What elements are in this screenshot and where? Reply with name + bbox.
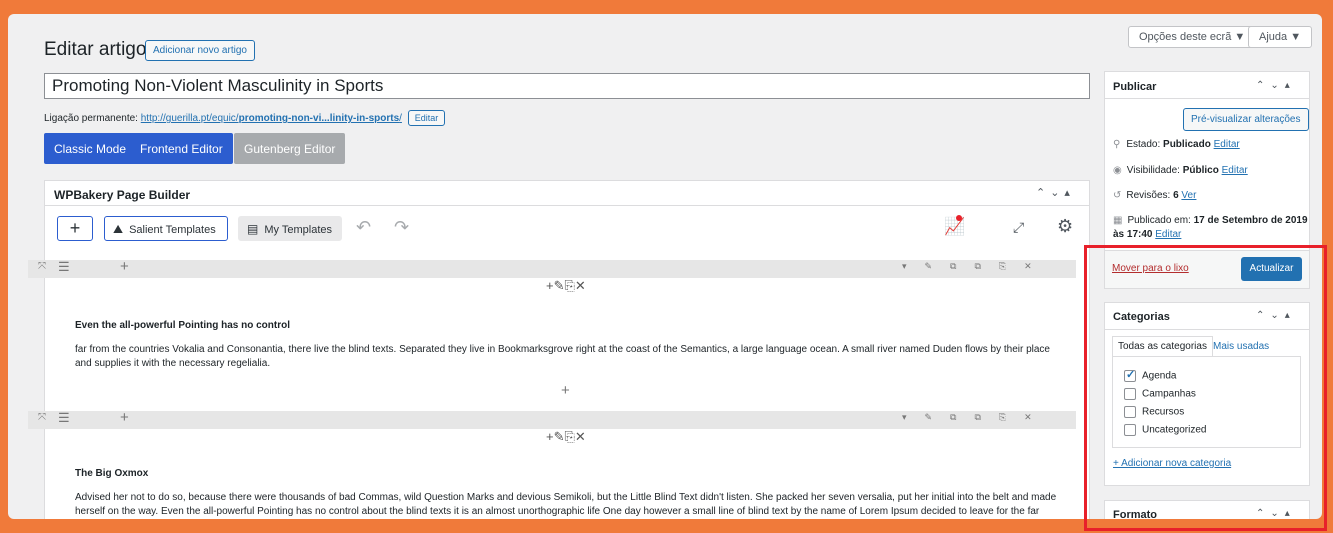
add-element-button[interactable]: +: [57, 216, 93, 241]
panel-toggle-arrows[interactable]: ⌃⌄▴: [1036, 186, 1075, 199]
settings-gear-icon[interactable]: ⚙: [1057, 216, 1073, 237]
text-block-body: Advised her not to do so, because there …: [75, 492, 1057, 517]
revisions-row: ↺ Revisões: 6 Ver: [1113, 190, 1197, 201]
gutenberg-editor-button[interactable]: Gutenberg Editor: [234, 133, 346, 164]
notification-dot: [956, 215, 962, 221]
column-controls[interactable]: +✎⎘✕: [546, 429, 586, 445]
status-row: ⚲ Estado: Publicado Editar: [1113, 139, 1240, 150]
row-add-icon[interactable]: +: [120, 258, 129, 275]
calendar-icon: ▦: [1113, 215, 1123, 226]
row-layout-icon[interactable]: ☰: [58, 259, 70, 275]
row-drag-icon[interactable]: ⤧: [38, 412, 46, 423]
row-actions[interactable]: ▾✎⧉⧉⎘✕: [902, 412, 1050, 423]
seo-chart-icon[interactable]: 📈: [944, 217, 965, 237]
text-block-heading: The Big Oxmox: [75, 468, 149, 479]
row-layout-icon[interactable]: ☰: [58, 410, 70, 426]
add-new-post-button[interactable]: Adicionar novo artigo: [145, 40, 255, 61]
wpbakery-title: WPBakery Page Builder: [54, 188, 191, 202]
screen-options-button[interactable]: Opções deste ecrã ▼: [1128, 26, 1257, 48]
salient-templates-button[interactable]: ⛰ Salient Templates: [104, 216, 228, 241]
status-edit-link[interactable]: Editar: [1214, 139, 1240, 150]
preview-changes-button[interactable]: Pré-visualizar alterações: [1183, 108, 1309, 131]
row-actions[interactable]: ▾✎⧉⧉⎘✕: [902, 261, 1050, 272]
redo-icon[interactable]: ↷: [394, 217, 409, 238]
text-block[interactable]: The Big Oxmox Advised her not to do so, …: [66, 446, 1068, 519]
publish-title: Publicar: [1113, 81, 1157, 93]
fullscreen-icon[interactable]: ⤢: [1013, 219, 1024, 236]
text-block-heading: Even the all-powerful Pointing has no co…: [75, 320, 291, 331]
divider: [1104, 98, 1310, 99]
visibility-row: ◉ Visibilidade: Público Editar: [1113, 165, 1248, 176]
my-templates-button[interactable]: ▤ My Templates: [238, 216, 342, 241]
templates-icon: ⛰: [113, 222, 124, 236]
row-drag-icon[interactable]: ⤧: [38, 261, 46, 272]
permalink-label: Ligação permanente:: [44, 113, 138, 124]
divider: [44, 205, 1090, 206]
history-icon: ↺: [1113, 190, 1122, 201]
visibility-edit-link[interactable]: Editar: [1222, 165, 1248, 176]
published-row: ▦ Publicado em: 17 de Setembro de 2019: [1113, 215, 1308, 226]
text-block-body: far from the countries Vokalia and Conso…: [75, 344, 1050, 369]
post-title-input[interactable]: Promoting Non-Violent Masculinity in Spo…: [44, 73, 1090, 99]
pin-icon: ⚲: [1113, 139, 1121, 150]
permalink-edit-button[interactable]: Editar: [407, 110, 446, 126]
classic-mode-button[interactable]: Classic Mode: [44, 133, 137, 164]
highlight-annotation: [1084, 245, 1327, 531]
add-row-icon[interactable]: +: [561, 382, 570, 399]
my-templates-icon: ▤: [247, 222, 259, 236]
column-controls[interactable]: +✎⎘✕: [546, 278, 586, 294]
help-button[interactable]: Ajuda ▼: [1248, 26, 1313, 48]
row-add-icon[interactable]: +: [120, 409, 129, 426]
eye-icon: ◉: [1113, 165, 1122, 176]
permalink-link[interactable]: http://guerilla.pt/equic/promoting-non-v…: [141, 113, 402, 124]
undo-icon[interactable]: ↶: [356, 217, 371, 238]
page-title: Editar artigo: [44, 39, 147, 60]
frontend-editor-button[interactable]: Frontend Editor: [130, 133, 233, 164]
published-time-row: às 17:40 Editar: [1113, 229, 1182, 240]
text-block[interactable]: Even the all-powerful Pointing has no co…: [66, 296, 1068, 378]
revisions-view-link[interactable]: Ver: [1181, 190, 1196, 201]
publish-toggle-arrows[interactable]: ⌃⌄▴: [1256, 80, 1296, 91]
published-edit-link[interactable]: Editar: [1155, 229, 1181, 240]
permalink: Ligação permanente: http://guerilla.pt/e…: [44, 110, 446, 126]
